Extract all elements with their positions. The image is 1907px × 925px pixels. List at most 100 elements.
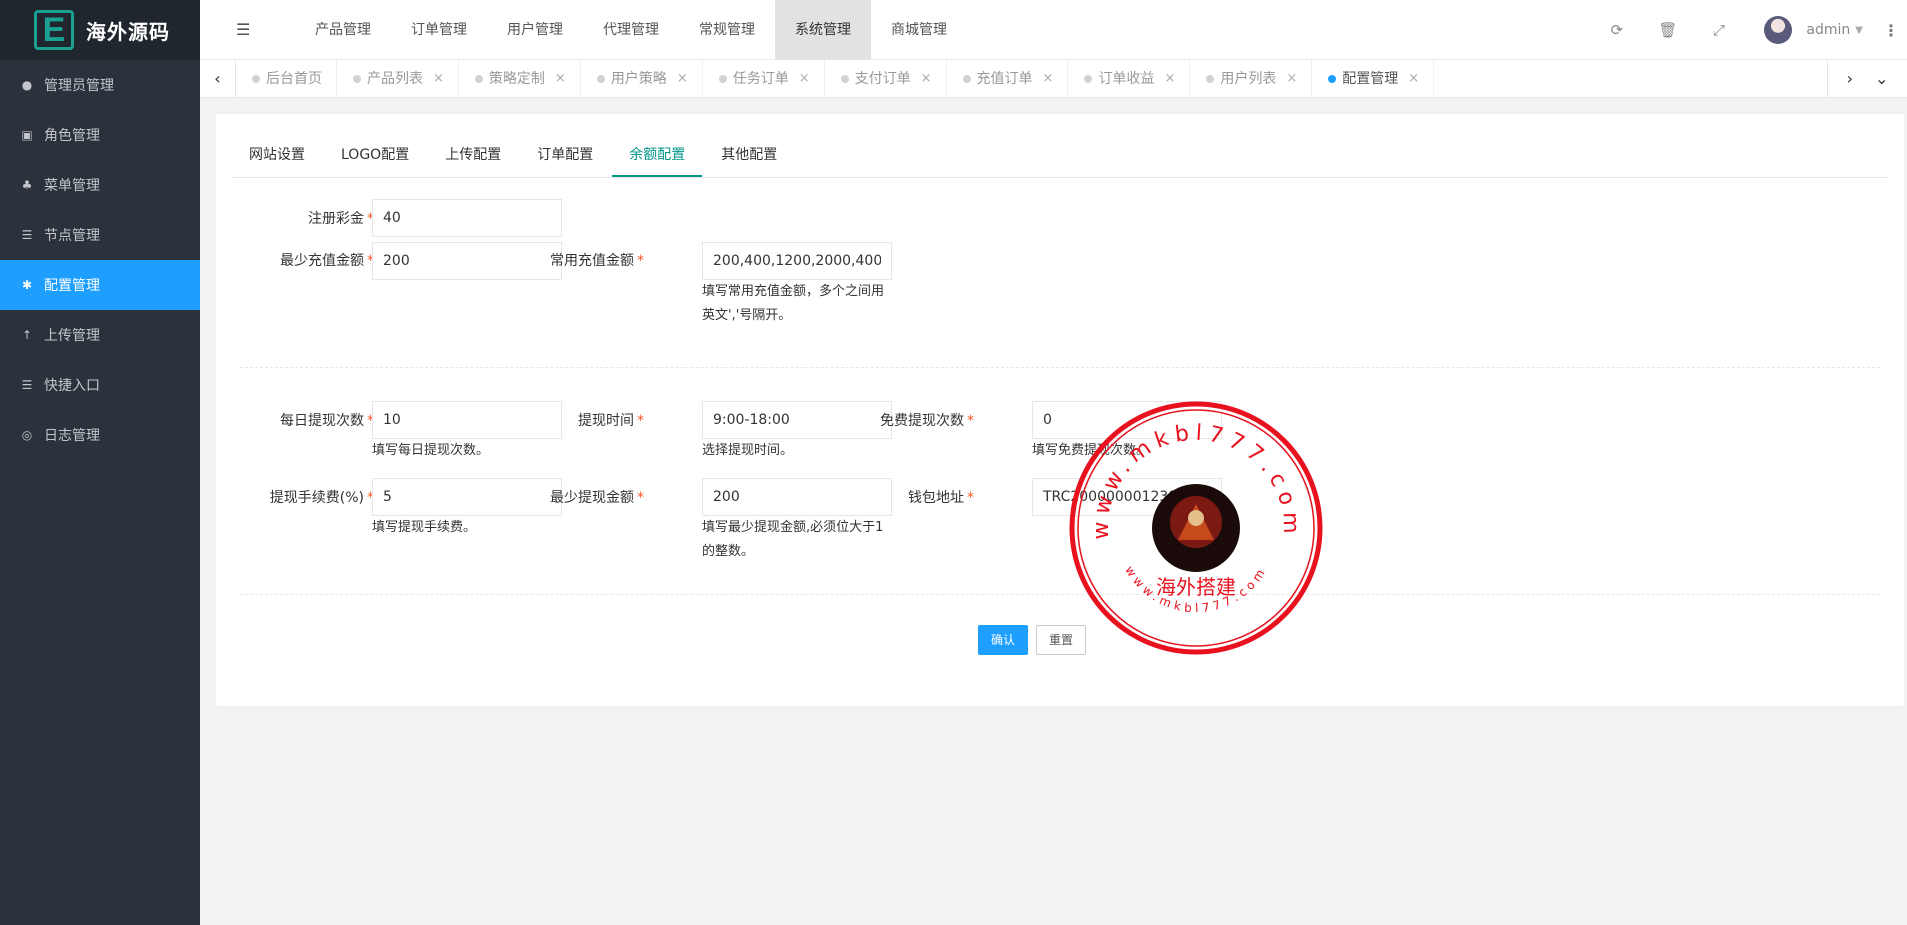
top-header: ☰ 产品管理 订单管理 用户管理 代理管理 常规管理 系统管理 商城管理 ⟳ 🗑 ⤢ adm… <box>200 0 1907 60</box>
close-icon[interactable]: × <box>921 60 932 98</box>
top-nav-item[interactable]: 用户管理 <box>487 0 583 60</box>
config-tab[interactable]: LOGO配置 <box>324 134 426 177</box>
logo-mark: E <box>34 10 74 50</box>
page-tab-label: 用户列表 <box>1220 71 1277 87</box>
sidebar-item[interactable]: ☰ 节点管理 <box>0 210 200 260</box>
withdraw-time-help: 选择提现时间。 <box>702 443 794 458</box>
tab-status-dot <box>353 75 361 83</box>
page-tab[interactable]: 产品列表 × <box>337 60 459 98</box>
sidebar-item-label: 上传管理 <box>44 328 100 344</box>
daily-withdraw-help: 填写每日提现次数。 <box>372 443 490 458</box>
page-tab-label: 任务订单 <box>732 71 789 87</box>
sidebar-item[interactable]: ✱ 配置管理 <box>0 260 200 310</box>
sidebar-item-label: 管理员管理 <box>44 78 114 94</box>
page-tab[interactable]: 订单收益 × <box>1068 60 1191 98</box>
logo[interactable]: E 海外源码 <box>0 0 200 60</box>
config-tab[interactable]: 其他配置 <box>704 134 794 177</box>
page-tab-label: 用户策略 <box>610 71 667 87</box>
sidebar: E 海外源码 ● 管理员管理 ▣ 角色管理 ♣ 菜单管理 ☰ 节点管理 ✱ 配置管理 ↑ 上传管理 ☰ 快… <box>0 0 200 925</box>
close-icon[interactable]: × <box>1286 60 1297 98</box>
reset-button[interactable]: 重置 <box>1036 625 1087 655</box>
common-recharge-label: 常用充值金额 * <box>550 253 644 269</box>
tab-status-dot <box>1084 75 1093 83</box>
page-tab-label: 产品列表 <box>367 71 423 87</box>
sidebar-item[interactable]: ↑ 上传管理 <box>0 310 200 360</box>
more-vertical-icon[interactable]: ⋮ <box>1883 21 1899 40</box>
admin-user-menu[interactable]: admin <box>1806 22 1850 38</box>
close-icon[interactable]: × <box>555 60 566 98</box>
withdraw-time-label: 提现时间 * <box>578 413 644 429</box>
sidebar-item[interactable]: ● 管理员管理 <box>0 60 200 110</box>
menu-toggle-icon[interactable]: ☰ <box>236 20 250 39</box>
trash-icon[interactable]: 🗑 <box>1642 21 1693 39</box>
tab-status-dot <box>962 75 971 83</box>
tabs-dropdown-icon[interactable]: ⌄ <box>1875 69 1888 88</box>
refresh-icon[interactable]: ⟳ <box>1591 21 1642 39</box>
sidebar-item-label: 快捷入口 <box>44 378 100 394</box>
wallet-address-input[interactable] <box>1032 478 1222 516</box>
sidebar-item[interactable]: ◎ 日志管理 <box>0 410 200 460</box>
page-tab[interactable]: 用户列表 × <box>1190 60 1313 98</box>
close-icon[interactable]: × <box>1408 60 1419 98</box>
close-icon[interactable]: × <box>433 60 444 98</box>
config-card: 网站设置LOGO配置上传配置订单配置余额配置其他配置 注册彩金* 最少充值金额*… <box>216 114 1904 706</box>
common-recharge-input[interactable] <box>702 242 892 280</box>
close-icon[interactable]: × <box>1164 60 1175 98</box>
tab-status-dot <box>596 75 605 83</box>
confirm-button[interactable]: 确认 <box>978 625 1029 655</box>
log-icon: ◎ <box>21 428 33 442</box>
config-tab[interactable]: 上传配置 <box>428 134 518 177</box>
top-nav-item[interactable]: 常规管理 <box>679 0 775 60</box>
page-tab-label: 策略定制 <box>488 71 545 87</box>
close-icon[interactable]: × <box>677 60 688 98</box>
top-nav-item[interactable]: 系统管理 <box>775 0 871 60</box>
register-bonus-label: 注册彩金 * <box>308 211 374 227</box>
top-nav-item[interactable]: 代理管理 <box>583 0 679 60</box>
tabs-scroll-left-icon[interactable]: ‹ <box>200 60 236 98</box>
sidebar-item[interactable]: ♣ 菜单管理 <box>0 160 200 210</box>
brand-name: 海外源码 <box>86 19 170 44</box>
min-recharge-label: 最少充值金额 * <box>280 253 374 269</box>
page-tab[interactable]: 充值订单 × <box>947 60 1069 98</box>
top-nav-item[interactable]: 商城管理 <box>871 0 967 60</box>
page-tab[interactable]: 支付订单 × <box>825 60 947 98</box>
close-icon[interactable]: × <box>1043 60 1054 98</box>
page-tab[interactable]: 配置管理 × <box>1312 60 1435 98</box>
upload-icon: ↑ <box>21 328 33 342</box>
page-tab-label: 支付订单 <box>854 71 911 87</box>
register-bonus-input[interactable] <box>372 199 562 237</box>
top-nav-item[interactable]: 订单管理 <box>391 0 487 60</box>
page-tab[interactable]: 后台首页 <box>236 60 337 98</box>
tabs-scroll-right-icon[interactable]: › ⌄ <box>1827 60 1907 98</box>
page-tab-label: 充值订单 <box>976 71 1033 87</box>
fullscreen-icon[interactable]: ⤢ <box>1693 21 1744 39</box>
role-icon: ▣ <box>21 128 33 142</box>
tab-status-dot <box>718 75 727 83</box>
top-nav-item[interactable]: 产品管理 <box>295 0 391 60</box>
sidebar-item[interactable]: ☰ 快捷入口 <box>0 360 200 410</box>
wallet-address-label: 钱包地址 * <box>908 490 974 506</box>
sidebar-item-label: 角色管理 <box>44 128 100 144</box>
page-tab[interactable]: 策略定制 × <box>459 60 581 98</box>
min-withdraw-label: 最少提现金额 * <box>550 490 644 506</box>
list-icon: ☰ <box>21 228 33 242</box>
sidebar-menu: ● 管理员管理 ▣ 角色管理 ♣ 菜单管理 ☰ 节点管理 ✱ 配置管理 ↑ 上传管理 ☰ 快捷入口 ◎ 日志管… <box>0 60 200 460</box>
tab-list: 后台首页 产品列表 × 策略定制 × 用户策略 × 任务订单 × 支付订单 × 充值订单 × 订单收益 × 用… <box>236 60 1435 98</box>
sidebar-item[interactable]: ▣ 角色管理 <box>0 110 200 160</box>
chevron-down-icon[interactable]: ▼ <box>1855 25 1863 36</box>
avatar[interactable] <box>1764 16 1793 44</box>
free-withdraw-input[interactable] <box>1032 401 1222 439</box>
page-tab[interactable]: 用户策略 × <box>581 60 703 98</box>
top-nav: 产品管理 订单管理 用户管理 代理管理 常规管理 系统管理 商城管理 <box>295 0 967 60</box>
page-tab-label: 订单收益 <box>1098 71 1155 87</box>
sidebar-item-label: 日志管理 <box>44 428 100 444</box>
tab-status-dot <box>474 75 483 83</box>
close-icon[interactable]: × <box>799 60 810 98</box>
min-withdraw-help: 填写最少提现金额,必须位大于1的整数。 <box>702 520 884 559</box>
config-tab[interactable]: 网站设置 <box>232 134 322 177</box>
tab-status-dot <box>840 75 849 83</box>
config-tab[interactable]: 余额配置 <box>612 134 703 177</box>
page-tab[interactable]: 任务订单 × <box>703 60 825 98</box>
config-tab[interactable]: 订单配置 <box>520 134 610 177</box>
divider <box>240 367 1880 368</box>
